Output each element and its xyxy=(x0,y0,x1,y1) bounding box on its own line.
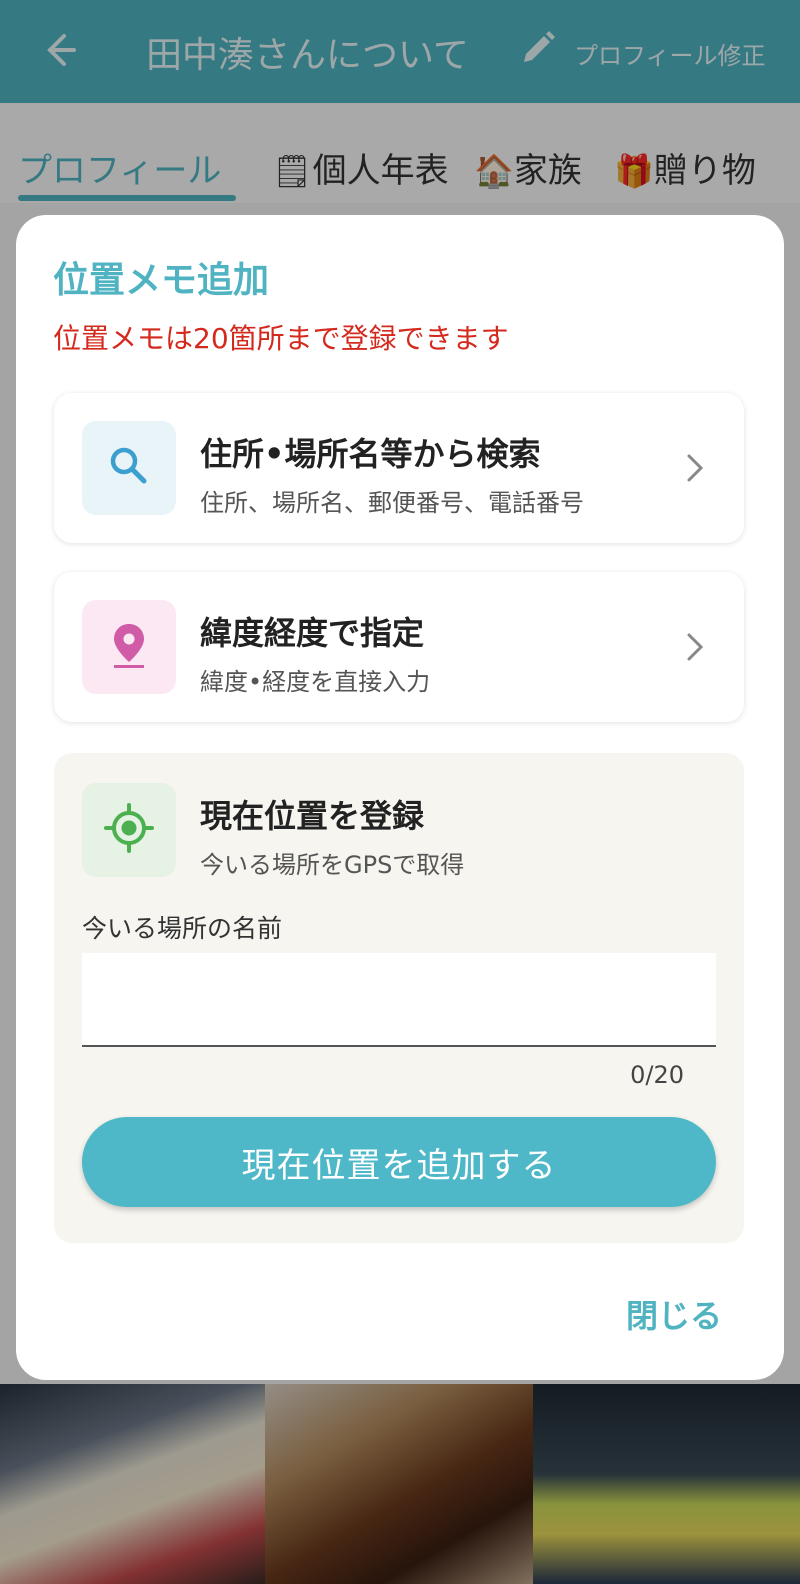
close-button[interactable]: 閉じる xyxy=(626,1291,722,1337)
chevron-right-icon xyxy=(678,630,710,664)
option-subtitle: 住所、場所名、郵便番号、電話番号 xyxy=(200,489,584,517)
map-pin-icon xyxy=(106,620,152,674)
add-location-memo-dialog: 位置メモ追加 位置メモは20箇所まで登録できます 住所•場所名等から検索 住所、… xyxy=(16,215,784,1380)
option-title: 現在位置を登録 xyxy=(200,797,425,835)
character-counter: 0/20 xyxy=(630,1061,684,1089)
chevron-right-icon xyxy=(678,451,710,485)
search-icon xyxy=(106,443,152,493)
add-current-location-button[interactable]: 現在位置を追加する xyxy=(82,1117,716,1207)
search-address-option[interactable]: 住所•場所名等から検索 住所、場所名、郵便番号、電話番号 xyxy=(54,393,744,543)
dialog-title: 位置メモ追加 xyxy=(53,260,270,301)
option-title: 緯度経度で指定 xyxy=(200,614,425,652)
option-title: 住所•場所名等から検索 xyxy=(200,435,541,473)
pin-icon-box xyxy=(82,600,176,694)
location-name-label: 今いる場所の名前 xyxy=(82,914,283,943)
option-subtitle: 緯度•経度を直接入力 xyxy=(200,668,431,696)
current-location-panel: 現在位置を登録 今いる場所をGPSで取得 今いる場所の名前 0/20 現在位置を… xyxy=(54,753,744,1243)
limit-notice: 位置メモは20箇所まで登録できます xyxy=(53,322,509,355)
search-icon-box xyxy=(82,421,176,515)
latlng-option[interactable]: 緯度経度で指定 緯度•経度を直接入力 xyxy=(54,572,744,722)
gps-icon-box xyxy=(82,783,176,877)
location-name-input[interactable] xyxy=(82,953,716,1047)
option-subtitle: 今いる場所をGPSで取得 xyxy=(200,851,465,879)
gps-target-icon xyxy=(103,802,155,858)
